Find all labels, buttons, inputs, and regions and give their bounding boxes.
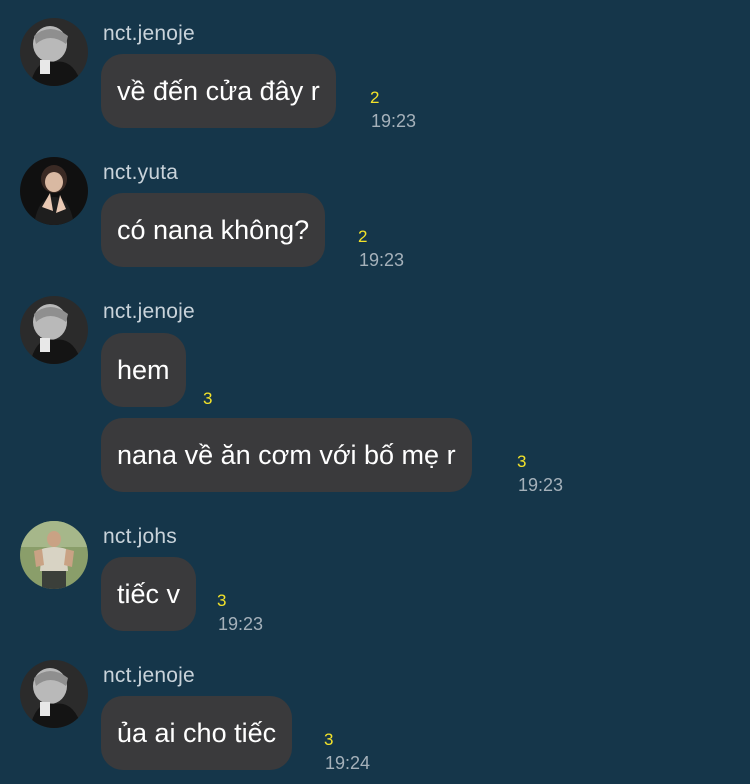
sender-name: nct.jenoje xyxy=(103,22,195,45)
unread-count: 3 xyxy=(324,730,334,749)
avatar-image xyxy=(20,296,88,364)
message-bubble[interactable]: tiếc v xyxy=(101,557,197,631)
timestamp: 19:23 xyxy=(359,250,405,270)
avatar-johs[interactable] xyxy=(20,521,88,589)
sender-name: nct.jenoje xyxy=(103,664,195,687)
avatar-jenoje[interactable] xyxy=(20,296,88,364)
message-bubble[interactable]: có nana không? xyxy=(101,193,326,267)
unread-count: 2 xyxy=(370,88,380,107)
message-bubble[interactable]: nana về ăn cơm với bố mẹ r xyxy=(101,418,472,492)
avatar-image xyxy=(20,18,88,86)
sender-name: nct.jenoje xyxy=(103,300,195,323)
message-bubble[interactable]: về đến cửa đây r xyxy=(101,54,336,128)
avatar-image xyxy=(20,157,88,225)
message-bubble[interactable]: hem xyxy=(101,333,186,407)
unread-count: 3 xyxy=(203,389,213,408)
sender-name: nct.yuta xyxy=(103,161,179,184)
timestamp: 19:24 xyxy=(325,753,371,773)
timestamp: 19:23 xyxy=(371,111,417,131)
timestamp: 19:23 xyxy=(218,614,264,634)
message-bubble[interactable]: ủa ai cho tiếc xyxy=(101,696,293,770)
unread-count: 3 xyxy=(217,591,227,610)
avatar-yuta[interactable] xyxy=(20,157,88,225)
avatar-image xyxy=(20,521,88,589)
avatar-image xyxy=(20,660,88,728)
timestamp: 19:23 xyxy=(518,475,564,495)
unread-count: 3 xyxy=(517,452,527,471)
unread-count: 2 xyxy=(358,227,368,246)
avatar-jenoje[interactable] xyxy=(20,18,88,86)
sender-name: nct.johs xyxy=(103,525,177,548)
avatar-jenoje[interactable] xyxy=(20,660,88,728)
